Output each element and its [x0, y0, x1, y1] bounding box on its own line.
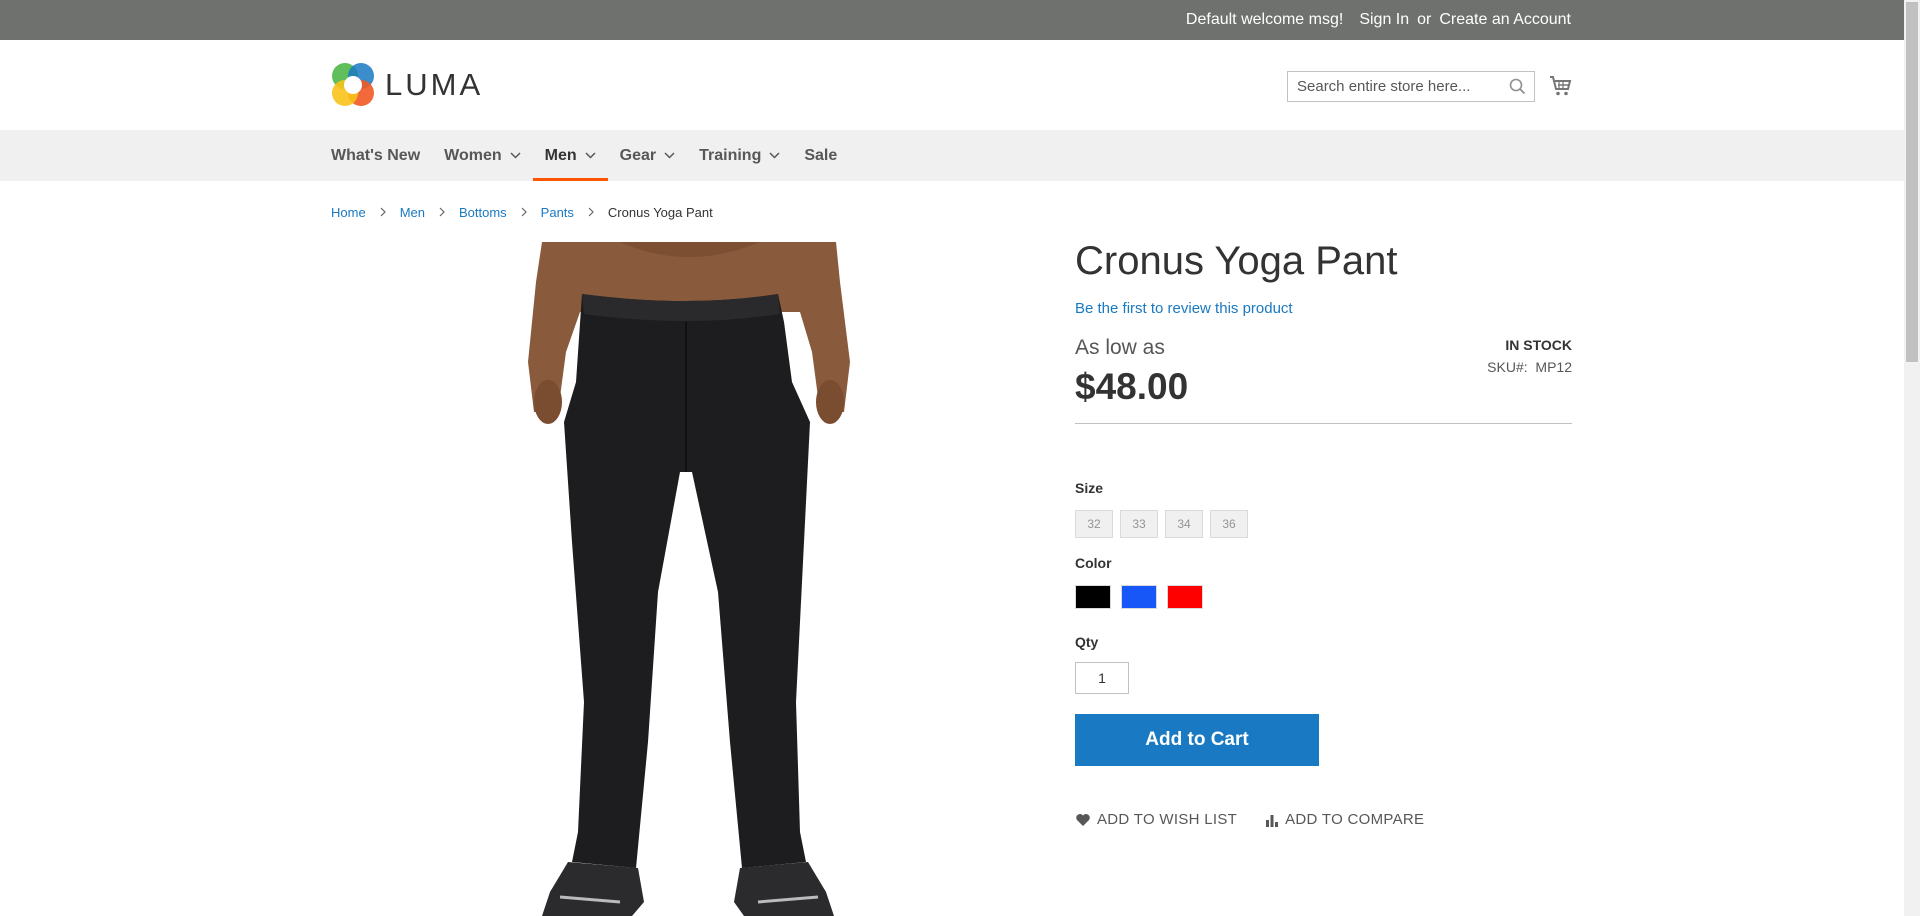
wishlist-label: Add to Wish List — [1097, 811, 1238, 828]
nav-label: Sale — [804, 146, 838, 164]
logo-text: LUMA — [385, 67, 484, 102]
chevron-down-icon — [664, 152, 675, 159]
add-to-compare-link[interactable]: Add to Compare — [1265, 811, 1424, 828]
review-link[interactable]: Be the first to review this product — [1075, 300, 1293, 317]
welcome-message: Default welcome msg! — [1185, 11, 1344, 28]
size-option[interactable]: 32 — [1075, 510, 1113, 538]
color-swatch-black[interactable] — [1075, 585, 1111, 609]
search-box — [1287, 71, 1535, 102]
search-icon[interactable] — [1509, 78, 1526, 100]
qty-label: Qty — [1075, 634, 1099, 650]
chevron-right-icon — [380, 205, 386, 220]
breadcrumb: Home Men Bottoms Pants Cronus Yoga Pant — [331, 205, 713, 220]
product-image[interactable] — [520, 242, 856, 916]
sku-value: MP12 — [1535, 359, 1572, 375]
product-title: Cronus Yoga Pant — [1075, 239, 1398, 283]
nav-item-men[interactable]: Men — [532, 130, 608, 181]
nav-item-women[interactable]: Women — [432, 130, 532, 181]
stock-status: In stock — [1505, 337, 1572, 353]
breadcrumb-current: Cronus Yoga Pant — [607, 205, 713, 220]
nav-item-whats-new[interactable]: What's New — [331, 130, 432, 181]
or-text: or — [1417, 11, 1432, 28]
search-input[interactable] — [1288, 72, 1497, 101]
price-box: As low as $48.00 — [1075, 336, 1188, 408]
compare-icon — [1266, 814, 1279, 827]
add-to-wishlist-link[interactable]: Add to Wish List — [1075, 811, 1237, 828]
size-option[interactable]: 36 — [1210, 510, 1248, 538]
product-info: Cronus Yoga Pant Be the first to review … — [1075, 238, 1572, 828]
header-links: Default welcome msg! Sign In or Create a… — [1186, 0, 1571, 40]
color-label: Color — [1075, 555, 1112, 571]
size-option[interactable]: 34 — [1165, 510, 1203, 538]
color-swatch-blue[interactable] — [1121, 585, 1157, 609]
luma-logo-icon — [332, 63, 374, 106]
cart-icon[interactable] — [1549, 74, 1573, 103]
create-account-link[interactable]: Create an Account — [1439, 11, 1571, 29]
size-label: Size — [1075, 480, 1104, 496]
main-navigation: What's New Women Men Gear Training Sale — [0, 130, 1904, 181]
nav-label: Men — [544, 146, 577, 164]
top-bar: Default welcome msg! Sign In or Create a… — [0, 0, 1904, 40]
price-label: As low as — [1075, 336, 1165, 359]
chevron-down-icon — [585, 152, 596, 159]
breadcrumb-bottoms[interactable]: Bottoms — [459, 205, 507, 220]
nav-item-training[interactable]: Training — [687, 130, 792, 181]
size-options: 32 33 34 36 — [1075, 510, 1248, 538]
nav-label: Gear — [619, 146, 657, 164]
nav-label: Women — [444, 146, 502, 164]
sku-line: SKU#: MP12 — [1487, 359, 1572, 375]
compare-label: Add to Compare — [1285, 811, 1425, 828]
sign-in-link[interactable]: Sign In — [1359, 11, 1409, 29]
page-header: LUMA — [0, 40, 1904, 130]
stock-info: In stock SKU#: MP12 — [1487, 337, 1572, 375]
size-option[interactable]: 33 — [1120, 510, 1158, 538]
qty-input[interactable] — [1075, 662, 1129, 694]
scrollbar-thumb[interactable] — [1906, 2, 1918, 362]
chevron-down-icon — [769, 152, 780, 159]
page-scrollbar[interactable] — [1904, 0, 1920, 916]
product-actions: Add to Wish List Add to Compare — [1075, 811, 1424, 828]
sku-label: SKU#: — [1487, 359, 1528, 375]
chevron-right-icon — [521, 205, 527, 220]
breadcrumb-home[interactable]: Home — [331, 205, 366, 220]
chevron-down-icon — [510, 152, 521, 159]
nav-item-sale[interactable]: Sale — [792, 130, 849, 181]
breadcrumb-pants[interactable]: Pants — [541, 205, 574, 220]
heart-icon — [1076, 813, 1090, 826]
chevron-right-icon — [588, 205, 594, 220]
luma-logo[interactable]: LUMA — [331, 62, 483, 108]
chevron-right-icon — [439, 205, 445, 220]
divider — [1075, 423, 1572, 424]
nav-label: What's New — [331, 146, 421, 164]
nav-item-gear[interactable]: Gear — [608, 130, 687, 181]
color-options — [1075, 585, 1203, 609]
price: $48.00 — [1075, 366, 1189, 407]
add-to-cart-button[interactable]: Add to Cart — [1075, 714, 1319, 766]
breadcrumb-men[interactable]: Men — [400, 205, 425, 220]
color-swatch-red[interactable] — [1167, 585, 1203, 609]
nav-label: Training — [699, 146, 762, 164]
